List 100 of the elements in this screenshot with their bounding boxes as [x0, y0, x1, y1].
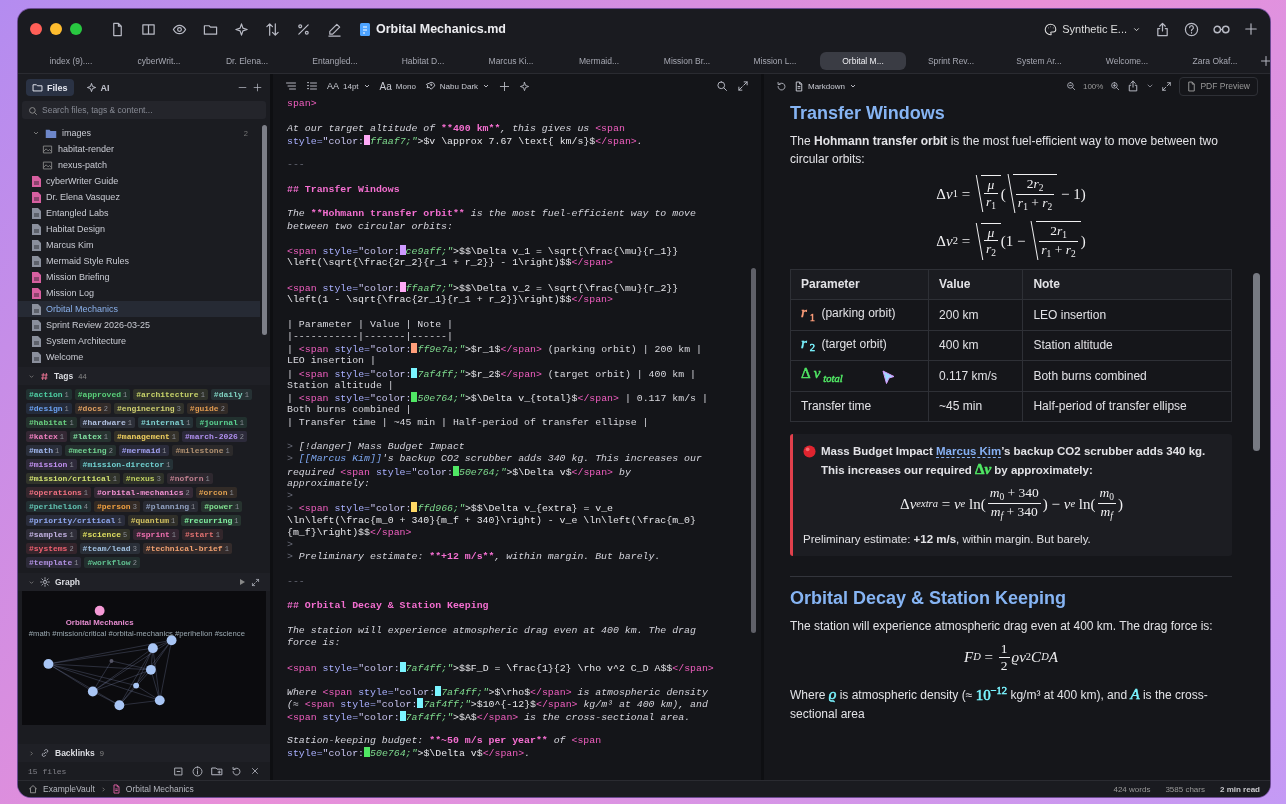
file-tab[interactable]: Dr. Elena...	[204, 52, 290, 70]
file-item[interactable]: Marcus Kim	[18, 237, 260, 253]
file-tab[interactable]: Mission Br...	[644, 52, 730, 70]
zoom-button[interactable]	[70, 23, 82, 35]
file-tab[interactable]: Orbital M...	[820, 52, 906, 70]
chevron-down-icon[interactable]	[1146, 82, 1155, 90]
file-item[interactable]: Mermaid Style Rules	[18, 253, 260, 269]
graph-node[interactable]	[114, 700, 125, 711]
sparkle-icon[interactable]	[234, 21, 249, 37]
graph-node[interactable]	[147, 643, 158, 654]
code-text: > [!danger] Mass Budget Impact	[287, 441, 465, 452]
zoom-out-icon[interactable]	[1065, 81, 1076, 91]
image-file-item[interactable]: nexus-patch	[18, 157, 260, 173]
file-item[interactable]: Welcome	[18, 349, 260, 365]
close-button[interactable]	[30, 23, 42, 35]
share-icon[interactable]	[1155, 21, 1170, 37]
add-icon[interactable]	[499, 80, 511, 92]
file-tab[interactable]: cyberWrit...	[116, 52, 202, 70]
graph-node[interactable]	[94, 605, 105, 616]
theme-dropdown[interactable]: Nabu Dark	[424, 80, 491, 92]
pdf-preview-button[interactable]: PDF Preview	[1179, 76, 1258, 96]
file-tab[interactable]: Habitat D...	[380, 52, 466, 70]
add-icon[interactable]	[253, 83, 262, 92]
code-text: between two circular orbits:	[287, 220, 453, 232]
file-item[interactable]: Entangled Labs	[18, 205, 260, 221]
sidebar-tab[interactable]: Files	[26, 79, 74, 96]
search-field[interactable]: Search files, tags & content...	[22, 101, 266, 119]
info-icon[interactable]	[192, 765, 203, 777]
sidebar-tab[interactable]: AI	[79, 79, 116, 96]
graph-node[interactable]	[109, 659, 114, 663]
refresh-icon[interactable]	[776, 80, 787, 92]
graph-node[interactable]	[133, 682, 140, 689]
file-item[interactable]: Orbital Mechanics	[18, 301, 260, 317]
scrollbar[interactable]	[1253, 273, 1260, 451]
font-size-dropdown[interactable]: AA 14pt	[327, 81, 371, 91]
mode-dropdown[interactable]: Markdown	[794, 80, 857, 92]
file-item[interactable]: System Architecture	[18, 333, 260, 349]
graph-node[interactable]	[166, 635, 177, 646]
code-text: | Transfer time | ~45 min | Half-period of transfer ellipse |	[287, 416, 649, 428]
callout-text: Mass Budget Impact Marcus Kim’s backup CO2 scrubber adds 340 kg. This increases our required Δv by approximately:	[821, 444, 1207, 480]
play-icon[interactable]	[238, 578, 246, 586]
new-folder-icon[interactable]	[211, 765, 223, 777]
file-tab[interactable]: System Ar...	[996, 52, 1082, 70]
percent-icon[interactable]	[296, 21, 311, 37]
code-text: ## Orbital Decay & Station Keeping	[287, 600, 489, 612]
graph-node-label: Orbital Mechanics	[65, 618, 134, 628]
file-tab[interactable]: Mission L...	[732, 52, 818, 70]
close-icon[interactable]	[250, 766, 260, 776]
expand-icon[interactable]	[1161, 80, 1173, 92]
file-item[interactable]: Mission Log	[18, 285, 260, 301]
breadcrumb-note[interactable]: Orbital Mechanics	[125, 784, 194, 794]
file-tab[interactable]: Mermaid...	[556, 52, 642, 70]
workspace-dropdown[interactable]: Synthetic E...	[1044, 22, 1141, 36]
zoom-in-icon[interactable]	[1110, 81, 1121, 91]
file-item[interactable]: Mission Briefing	[18, 269, 260, 285]
list-icon[interactable]	[306, 80, 318, 92]
chevron-icon[interactable]	[28, 578, 35, 586]
breadcrumb-vault[interactable]: ExampleVault	[43, 784, 95, 794]
refresh-icon[interactable]	[231, 765, 242, 777]
pen-icon[interactable]	[327, 21, 342, 37]
expand-icon[interactable]	[251, 577, 260, 587]
font-button[interactable]: Aa Mono	[379, 80, 416, 92]
file-tab[interactable]: Entangled...	[292, 52, 378, 70]
file-tab[interactable]: Marcus Ki...	[468, 52, 554, 70]
code-text: > <span style="color:	[287, 503, 412, 515]
document-icon	[1187, 80, 1197, 92]
split-view-icon[interactable]	[141, 21, 156, 37]
file-item[interactable]: Sprint Review 2026-03-25	[18, 317, 260, 333]
collapse-icon[interactable]	[173, 765, 184, 777]
file-item[interactable]: cyberWriter Guide	[18, 173, 260, 189]
file-item[interactable]: Habitat Design	[18, 221, 260, 237]
note-link[interactable]: Marcus Kim	[936, 445, 1002, 459]
help-icon[interactable]	[1184, 21, 1199, 37]
graph-node[interactable]	[145, 664, 156, 675]
share-icon[interactable]	[1127, 80, 1140, 92]
code-text: <span style="color:	[287, 282, 400, 294]
graph-node[interactable]	[154, 695, 165, 706]
file-tab[interactable]: index (9)....	[28, 52, 114, 70]
new-tab-icon[interactable]	[1260, 55, 1270, 67]
file-tab[interactable]: Zara Okaf...	[1172, 52, 1258, 70]
graph-node[interactable]	[87, 686, 98, 697]
scrollbar[interactable]	[751, 268, 756, 633]
file-tab[interactable]: Sprint Rev...	[908, 52, 994, 70]
image-file-item[interactable]: habitat-render	[18, 141, 260, 157]
file-item[interactable]: Dr. Elena Vasquez	[18, 189, 260, 205]
sparkle-icon[interactable]	[519, 80, 531, 92]
search-icon[interactable]	[716, 80, 728, 92]
code-text: span>	[287, 98, 317, 109]
sort-arrows-icon[interactable]	[265, 21, 280, 37]
document-icon[interactable]	[110, 21, 125, 37]
scrollbar[interactable]	[262, 125, 267, 335]
add-icon[interactable]	[1244, 22, 1258, 36]
chevron-icon[interactable]	[28, 372, 35, 380]
chevron-icon[interactable]	[28, 749, 35, 757]
minimize-button[interactable]	[50, 23, 62, 35]
graph-node[interactable]	[43, 659, 54, 669]
expand-icon[interactable]	[737, 80, 749, 92]
gear-icon	[40, 577, 50, 587]
file-tab[interactable]: Welcome...	[1084, 52, 1170, 70]
outline-icon[interactable]	[285, 80, 297, 92]
